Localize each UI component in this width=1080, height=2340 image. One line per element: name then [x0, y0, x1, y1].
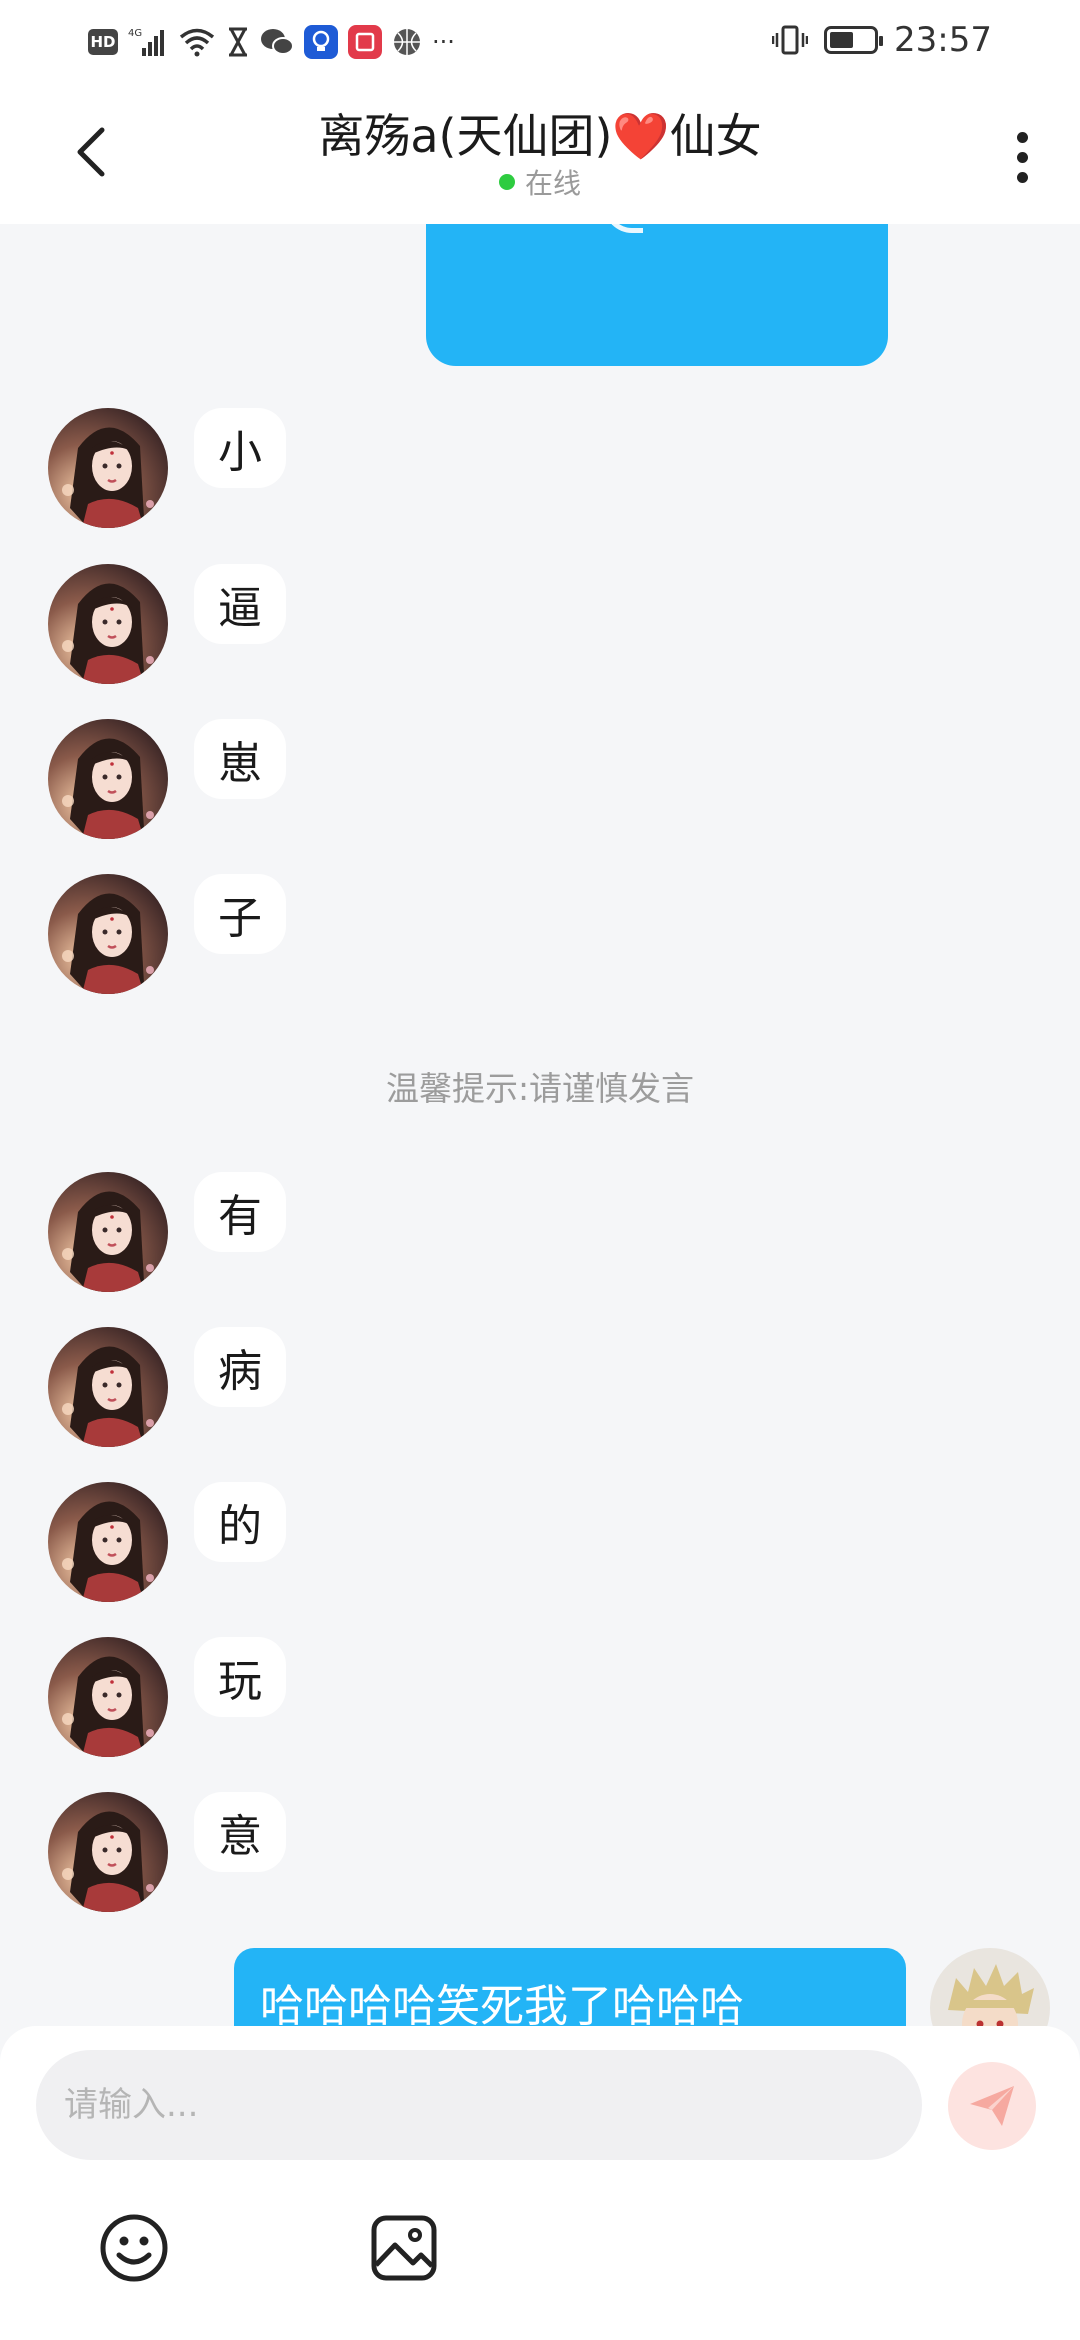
hourglass-icon [226, 24, 250, 60]
message-bubble-own[interactable]: 哈哈哈哈笑死我了哈哈哈 [234, 1948, 906, 2027]
message-bubble[interactable]: 崽 [194, 719, 286, 799]
book-app-icon [348, 25, 382, 59]
contact-avatar-image [48, 1482, 168, 1602]
message-composer [0, 2026, 1080, 2340]
image-fragment [604, 224, 643, 233]
message-left: 的 [48, 1482, 286, 1602]
message-bubble[interactable]: 子 [194, 874, 286, 954]
message-right: 哈哈哈哈笑死我了哈哈哈 [234, 1948, 1050, 2027]
message-bubble[interactable]: 玩 [194, 1637, 286, 1717]
message-bubble[interactable]: 意 [194, 1792, 286, 1872]
more-options-button[interactable] [992, 122, 1052, 192]
basketball-icon [392, 24, 422, 60]
contact-avatar[interactable] [48, 1172, 168, 1292]
more-vertical-icon [1016, 131, 1028, 143]
message-left: 子 [48, 874, 286, 994]
online-dot-icon [498, 174, 515, 190]
online-status-text: 在线 [524, 167, 581, 200]
message-left: 小 [48, 408, 286, 528]
send-button[interactable] [948, 2062, 1036, 2150]
vibrate-icon [772, 22, 809, 58]
message-bubble[interactable]: 的 [194, 1482, 286, 1562]
contact-avatar-image [48, 874, 168, 994]
message-left: 意 [48, 1792, 286, 1912]
message-left: 玩 [48, 1637, 286, 1757]
contact-avatar-image [48, 1792, 168, 1912]
own-avatar-image [930, 1948, 1050, 2027]
contact-avatar-image [48, 564, 168, 684]
more-dot [1016, 171, 1028, 183]
message-bubble[interactable]: 病 [194, 1327, 286, 1407]
contact-avatar[interactable] [48, 1327, 168, 1447]
status-bar: HD 4G ··· 23:57 [0, 0, 1080, 82]
online-status: 在线 [0, 162, 1080, 202]
own-avatar[interactable] [930, 1948, 1050, 2027]
contact-avatar[interactable] [48, 1637, 168, 1757]
emoji-icon [100, 2214, 168, 2282]
chat-list[interactable]: 小 逼 崽 子 温馨提示:请谨慎发言 有 病 的 玩 意 哈哈哈哈笑死我了哈哈哈 [0, 224, 1080, 2027]
message-input[interactable] [36, 2050, 922, 2160]
contact-avatar[interactable] [48, 874, 168, 994]
system-notice: 温馨提示:请谨慎发言 [385, 1069, 695, 1108]
send-icon [970, 2086, 1014, 2126]
contact-name: 离殇a(天仙团)❤️仙女 [318, 109, 762, 163]
contact-avatar-image [48, 719, 168, 839]
contact-avatar[interactable] [48, 719, 168, 839]
chat-header: 离殇a(天仙团)❤️仙女 在线 [0, 82, 1080, 224]
message-bubble[interactable]: 小 [194, 408, 286, 488]
network-type: 4G [128, 28, 142, 39]
contact-avatar[interactable] [48, 408, 168, 528]
image-button[interactable] [368, 2212, 440, 2284]
contact-avatar[interactable] [48, 1482, 168, 1602]
message-bubble[interactable]: 有 [194, 1172, 286, 1252]
more-dot [1016, 151, 1028, 163]
message-bubble[interactable]: 逼 [194, 564, 286, 644]
battery-icon [824, 26, 884, 54]
message-left: 崽 [48, 719, 286, 839]
message-left: 逼 [48, 564, 286, 684]
contact-avatar-image [48, 1637, 168, 1757]
wifi-icon [178, 24, 216, 60]
status-right-icons: 23:57 [772, 18, 992, 62]
message-left: 病 [48, 1327, 286, 1447]
contact-avatar-image [48, 1327, 168, 1447]
message-left: 有 [48, 1172, 286, 1292]
contact-avatar-image [48, 408, 168, 528]
more-notifications: ··· [432, 28, 455, 56]
contact-avatar[interactable] [48, 1792, 168, 1912]
clock: 23:57 [894, 20, 992, 60]
cellular-signal-icon: 4G [128, 24, 168, 60]
wechat-icon [260, 24, 294, 60]
hd-badge: HD [88, 29, 118, 55]
contact-avatar-image [48, 1172, 168, 1292]
bulb-app-icon [304, 25, 338, 59]
previous-image-message[interactable] [426, 224, 888, 366]
image-icon [371, 2215, 437, 2281]
emoji-button[interactable] [98, 2212, 170, 2284]
contact-avatar[interactable] [48, 564, 168, 684]
status-left-icons: HD 4G ··· [88, 22, 455, 62]
